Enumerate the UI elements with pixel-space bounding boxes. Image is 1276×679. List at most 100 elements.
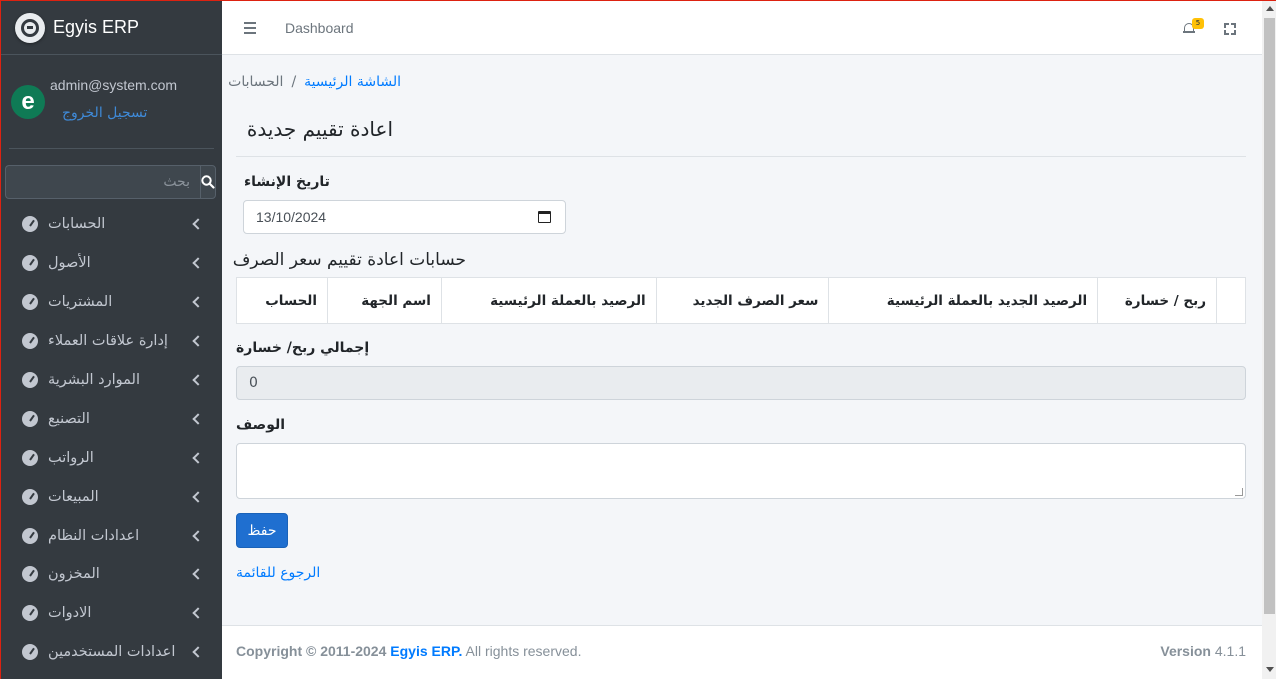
- fullscreen-icon[interactable]: [1224, 23, 1236, 35]
- footer-version-value: 4.1.1: [1214, 643, 1246, 659]
- footer-copyright: Copyright © 2011-2024 Egyis ERP. All rig…: [236, 643, 581, 659]
- user-email[interactable]: admin@system.com: [50, 77, 177, 93]
- sidebar-item-label: الرواتب: [48, 449, 94, 466]
- sidebar-item-label: المشتريات: [48, 294, 113, 311]
- search-button[interactable]: [200, 165, 216, 199]
- table-header-new-balance-main: الرصيد الجديد بالعملة الرئيسية: [828, 277, 1099, 324]
- chevron-left-icon: [192, 257, 204, 269]
- dashboard-gauge-icon: [22, 255, 38, 272]
- user-panel: e admin@system.com تسجيل الخروج: [9, 55, 214, 149]
- sidebar-item-label: الأصول: [48, 255, 91, 272]
- breadcrumb-home-link[interactable]: الشاشة الرئيسية: [304, 74, 401, 90]
- total-value: 0: [249, 375, 258, 391]
- dashboard-gauge-icon: [22, 488, 38, 505]
- menu-toggle-icon[interactable]: [244, 22, 256, 37]
- sidebar-item-tools[interactable]: الادوات: [1, 594, 222, 633]
- chevron-left-icon: [192, 335, 204, 347]
- sidebar-item-label: الموارد البشرية: [48, 372, 140, 388]
- sidebar-item-label: اعدادات النظام: [48, 527, 140, 544]
- date-field[interactable]: 13/10/2024: [243, 200, 566, 234]
- title-divider: [236, 156, 1246, 157]
- dashboard-gauge-icon: [22, 644, 38, 661]
- brand-link[interactable]: Egyis ERP: [1, 1, 222, 55]
- footer-rights: All rights reserved.: [465, 643, 582, 659]
- dashboard-gauge-icon: [22, 449, 38, 466]
- dashboard-gauge-icon: [22, 605, 38, 622]
- footer-version: Version 4.1.1: [1160, 643, 1246, 659]
- sidebar-item-label: التصنيع: [48, 410, 90, 427]
- sidebar-item-sales[interactable]: المبيعات: [1, 477, 222, 516]
- notification-badge: 5: [1192, 18, 1204, 29]
- sidebar-item-label: الادوات: [48, 605, 92, 622]
- scroll-down-arrow-icon[interactable]: [1266, 667, 1274, 672]
- dashboard-gauge-icon: [22, 566, 38, 583]
- sidebar-item-label: الحسابات: [48, 216, 106, 233]
- breadcrumb: الشاشة الرئيسية / الحسابات: [228, 74, 401, 90]
- chevron-left-icon: [192, 646, 204, 658]
- chevron-left-icon: [192, 568, 204, 581]
- section-title: حسابات اعادة تقييم سعر الصرف: [232, 250, 466, 270]
- dashboard-gauge-icon: [22, 333, 38, 350]
- sidebar-item-payroll[interactable]: الرواتب: [1, 438, 222, 477]
- sidebar-item-purchases[interactable]: المشتريات: [1, 283, 222, 322]
- dashboard-gauge-icon: [22, 216, 38, 233]
- chevron-left-icon: [192, 452, 204, 464]
- top-navbar: Dashboard 5: [222, 1, 1262, 55]
- dashboard-gauge-icon: [22, 410, 38, 427]
- page-scrollbar[interactable]: [1262, 1, 1276, 679]
- sidebar-search-input[interactable]: [5, 165, 200, 199]
- calendar-icon[interactable]: [538, 211, 551, 223]
- total-field: 0: [236, 366, 1246, 400]
- scroll-thumb[interactable]: [1264, 18, 1275, 614]
- sidebar-search: [5, 165, 216, 199]
- dashboard-gauge-icon: [22, 294, 38, 311]
- logout-link[interactable]: تسجيل الخروج: [62, 105, 147, 121]
- chevron-left-icon: [192, 413, 204, 425]
- table-header-profit-loss: ربح / خسارة: [1097, 277, 1218, 324]
- sidebar-item-user-settings[interactable]: اعدادات المستخدمين: [1, 633, 222, 672]
- chevron-left-icon: [192, 296, 204, 308]
- date-value: 13/10/2024: [256, 209, 327, 225]
- table-header-account: الحساب: [235, 277, 329, 324]
- nav-dashboard-link[interactable]: Dashboard: [285, 20, 354, 36]
- resize-handle-icon[interactable]: [1235, 488, 1243, 496]
- table-header-party-name: اسم الجهة: [327, 277, 442, 324]
- sidebar-item-label: اعدادات المستخدمين: [48, 644, 176, 661]
- back-to-list-link[interactable]: الرجوع للقائمة: [236, 565, 320, 581]
- footer-brand-link[interactable]: Egyis ERP.: [390, 643, 462, 659]
- brand-text: Egyis ERP: [53, 17, 140, 37]
- chevron-left-icon: [192, 374, 204, 386]
- sidebar-item-label: المخزون: [48, 566, 100, 583]
- page-title: اعادة تقييم جديدة: [246, 117, 393, 141]
- brand-logo-icon: [15, 12, 45, 43]
- sidebar-item-system-settings[interactable]: اعدادات النظام: [1, 516, 222, 555]
- chevron-left-icon: [192, 607, 204, 620]
- date-label: تاريخ الإنشاء: [244, 174, 330, 190]
- sidebar: Egyis ERP e admin@system.com تسجيل الخرو…: [1, 1, 222, 679]
- sidebar-item-hr[interactable]: الموارد البشرية: [1, 361, 222, 400]
- sidebar-item-manufacturing[interactable]: التصنيع: [1, 399, 222, 438]
- table-header-new-rate: سعر الصرف الجديد: [655, 277, 830, 324]
- dashboard-gauge-icon: [22, 372, 38, 388]
- sidebar-item-crm[interactable]: إدارة علاقات العملاء: [1, 322, 222, 361]
- search-icon: [201, 175, 215, 189]
- revaluation-table: ربح / خسارة الرصيد الجديد بالعملة الرئيس…: [235, 277, 1246, 324]
- chevron-left-icon: [192, 218, 204, 231]
- save-button[interactable]: حفظ: [236, 513, 288, 548]
- sidebar-item-accounts[interactable]: الحسابات: [1, 205, 222, 244]
- chevron-left-icon: [192, 529, 204, 542]
- total-label: إجمالي ربح/ خسارة: [236, 340, 370, 356]
- description-textarea[interactable]: [236, 443, 1246, 499]
- scroll-up-arrow-icon[interactable]: [1266, 6, 1274, 11]
- sidebar-item-assets[interactable]: الأصول: [1, 244, 222, 283]
- sidebar-nav: الحسابات الأصول المشتريات إدارة علاقات ا…: [1, 205, 222, 672]
- breadcrumb-separator: /: [291, 74, 297, 90]
- description-label: الوصف: [236, 417, 286, 433]
- sidebar-item-label: المبيعات: [48, 488, 99, 505]
- dashboard-gauge-icon: [22, 527, 38, 544]
- sidebar-item-label: إدارة علاقات العملاء: [48, 333, 168, 350]
- sidebar-item-inventory[interactable]: المخزون: [1, 555, 222, 594]
- footer-copyright-text: Copyright © 2011-2024: [236, 643, 387, 659]
- footer: Copyright © 2011-2024 Egyis ERP. All rig…: [222, 625, 1262, 679]
- chevron-left-icon: [192, 491, 204, 503]
